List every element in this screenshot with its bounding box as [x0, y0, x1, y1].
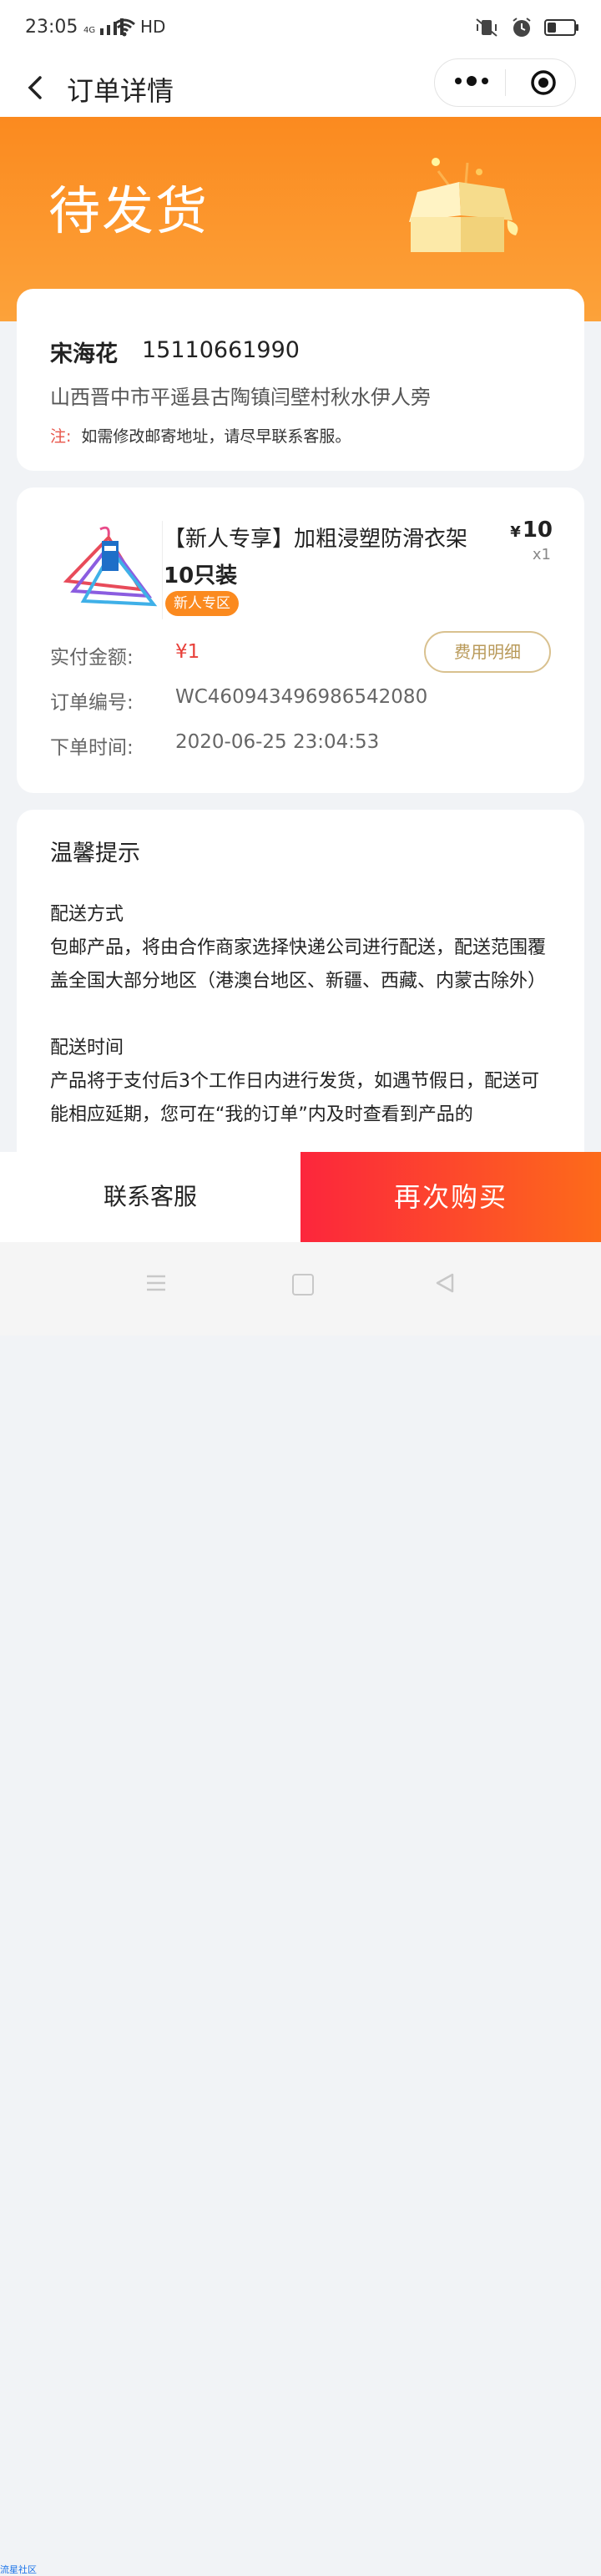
order-number-row: 订单编号: WC460943496986542080	[50, 686, 427, 715]
hd-indicator: HD	[140, 17, 166, 37]
fee-details-button[interactable]: 费用明细	[424, 631, 551, 673]
recipient-name: 宋海花	[50, 341, 118, 367]
address-note-label: 注:	[50, 427, 72, 446]
status-time: 23:05	[25, 17, 78, 38]
paid-amount-label: 实付金额:	[50, 647, 134, 669]
delivery-method-title: 配送方式	[50, 904, 124, 925]
mute-vibrate-icon	[476, 18, 497, 37]
alarm-icon	[513, 18, 531, 37]
home-icon[interactable]	[292, 1274, 314, 1296]
menu-icon[interactable]	[145, 1272, 167, 1294]
product-price: ¥10	[510, 518, 553, 543]
order-time-value: 2020-06-25 23:04:53	[175, 731, 380, 753]
chevron-left-icon[interactable]	[20, 71, 53, 104]
status-bar: 23:05 4G HD	[0, 0, 601, 58]
wifi-icon	[114, 18, 135, 37]
tips-title: 温馨提示	[50, 841, 140, 866]
network-type: 4G	[83, 26, 96, 35]
open-box-icon	[409, 158, 518, 252]
watermark-text: 流星社区	[0, 2564, 37, 2575]
recipient-phone: 15110661990	[142, 337, 300, 363]
order-status-title: 待发货	[48, 180, 210, 241]
paid-amount-row: 实付金额: ¥1	[50, 641, 199, 669]
order-number-label: 订单编号:	[50, 692, 134, 714]
miniprogram-capsule	[434, 58, 576, 107]
order-time-row: 下单时间: 2020-06-25 23:04:53	[50, 731, 379, 760]
address-note: 注: 如需修改邮寄地址，请尽早联系客服。	[50, 424, 351, 447]
delivery-time-title: 配送时间	[50, 1038, 124, 1058]
back-triangle-icon[interactable]	[434, 1272, 456, 1294]
capsule-divider	[505, 69, 506, 96]
system-navigation-bar: 流星社区	[0, 1242, 601, 2575]
order-info-card: 【新人专享】加粗浸塑防滑衣架 10只装 ¥10 x1 新人专区 实付金额: ¥1 …	[17, 487, 584, 793]
address-note-text: 如需修改邮寄地址，请尽早联系客服。	[81, 427, 351, 446]
shipping-address-card: 宋海花 15110661990 山西晋中市平遥县古陶镇闫壁村秋水伊人旁 注: 如需…	[17, 289, 584, 471]
recipient-address: 山西晋中市平遥县古陶镇闫壁村秋水伊人旁	[50, 386, 431, 409]
delivery-time-text: 产品将于支付后3个工作日内进行发货，如遇节假日，配送可能相应延期，您可在“我的订…	[50, 1071, 539, 1125]
product-pack-size: 10只装	[164, 563, 238, 588]
buy-again-button[interactable]: 再次购买	[300, 1152, 601, 1242]
battery-icon	[544, 19, 578, 36]
tips-card: 温馨提示 配送方式 包邮产品，将由合作商家选择快递公司进行配送，配送范围覆盖全国…	[17, 810, 584, 1194]
delivery-method-text: 包邮产品，将由合作商家选择快递公司进行配送，配送范围覆盖全国大部分地区（港澳台地…	[50, 937, 547, 992]
new-user-badge: 新人专区	[165, 591, 239, 616]
navigation-bar: 订单详情	[0, 58, 601, 117]
contact-service-button[interactable]: 联系客服	[0, 1152, 300, 1242]
target-circle-icon[interactable]	[530, 69, 557, 96]
order-number-value: WC460943496986542080	[175, 686, 428, 708]
product-thumbnail[interactable]	[50, 521, 163, 619]
more-dots-icon[interactable]	[455, 76, 488, 86]
tips-body: 配送方式 包邮产品，将由合作商家选择快递公司进行配送，配送范围覆盖全国大部分地区…	[50, 898, 551, 1132]
page-title: 订单详情	[67, 75, 174, 107]
product-count: x1	[532, 546, 551, 563]
order-time-label: 下单时间:	[50, 737, 134, 759]
paid-amount-value: ¥1	[175, 641, 200, 663]
bottom-action-bar: 联系客服 再次购买	[0, 1152, 601, 1242]
product-title[interactable]: 【新人专享】加粗浸塑防滑衣架 10只装	[164, 521, 506, 594]
product-name: 【新人专享】加粗浸塑防滑衣架	[164, 527, 468, 552]
